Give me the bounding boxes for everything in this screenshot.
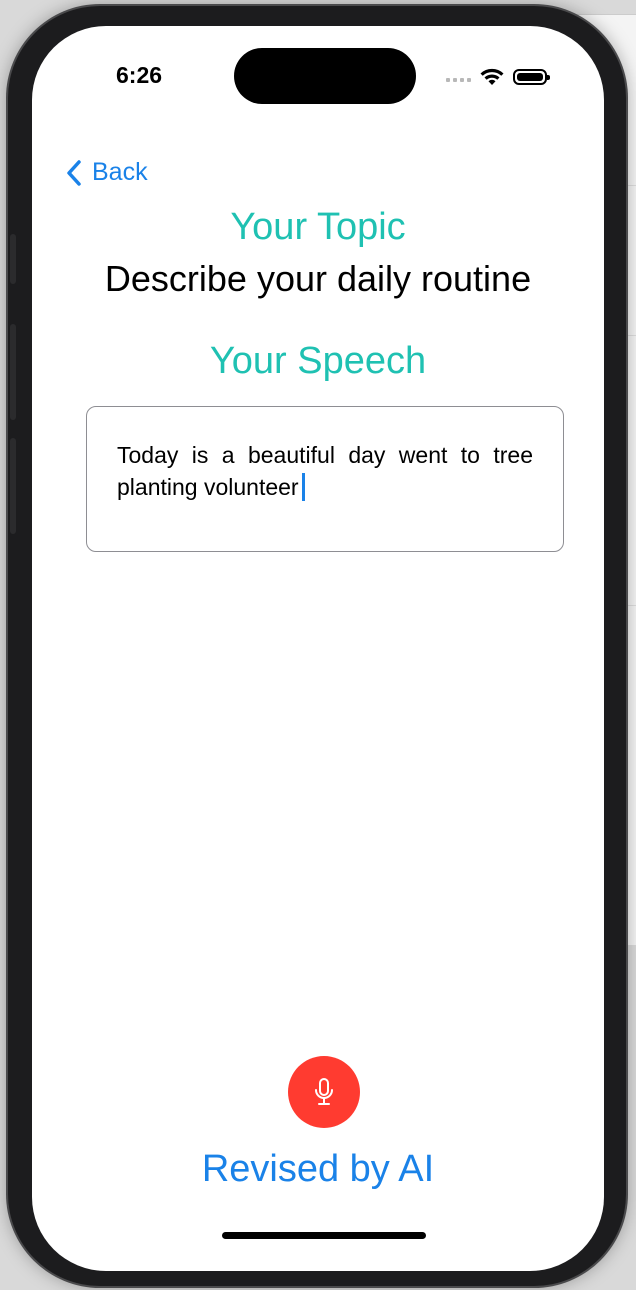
back-button[interactable]: Back: [66, 158, 148, 187]
text-caret: [301, 473, 305, 501]
speech-input[interactable]: Today is a beautiful day went to tree pl…: [86, 406, 564, 552]
phone-side-button: [10, 324, 16, 420]
topic-heading: Your Topic: [230, 206, 406, 248]
back-label: Back: [92, 158, 148, 186]
home-indicator[interactable]: [222, 1232, 426, 1239]
speech-heading: Your Speech: [209, 340, 427, 382]
topic-text: Describe your daily routine: [104, 258, 532, 299]
cellular-signal-icon: [446, 72, 471, 82]
dynamic-island: [234, 48, 416, 104]
speech-input-value: Today is a beautiful day went to tree pl…: [117, 442, 533, 500]
phone-side-button: [10, 234, 16, 284]
app-screen: 6:26 Back Your Topic Describe your daily…: [32, 26, 604, 1271]
microphone-icon: [315, 1078, 333, 1105]
revised-by-ai-button[interactable]: Revised by AI: [32, 1148, 604, 1191]
status-time: 6:26: [116, 62, 163, 88]
wifi-icon: [480, 68, 504, 85]
phone-side-button: [10, 438, 16, 534]
microphone-button[interactable]: [288, 1056, 360, 1128]
chevron-left-icon: [67, 159, 81, 186]
phone-frame: 6:26 Back Your Topic Describe your daily…: [8, 6, 626, 1286]
status-icons: [446, 64, 550, 90]
battery-icon: [513, 69, 550, 85]
